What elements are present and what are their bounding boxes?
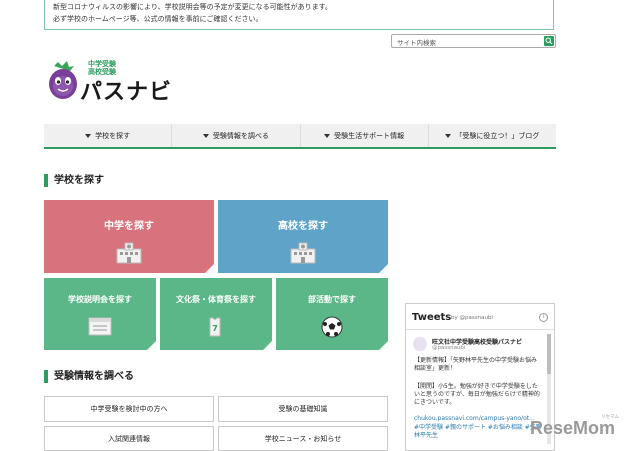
tile-find-club[interactable]: 部活動で探す	[276, 278, 388, 350]
tweets-title: Tweets	[412, 312, 452, 323]
covid-notice: 新型コロナウィルスの影響により、学校説明会等の予定が変更になる可能性があります。…	[44, 0, 554, 30]
site-search[interactable]: サイト内検索	[391, 34, 556, 48]
tile-corner-fold	[147, 341, 156, 350]
triangle-down-icon	[324, 133, 331, 138]
tile-label: 学校説明会を探す	[68, 295, 132, 304]
search-input[interactable]: サイト内検索	[397, 37, 436, 47]
notice-line-1: 新型コロナウィルスの影響により、学校説明会等の予定が変更になる可能性があります。	[53, 3, 332, 11]
nav-label: 受験生活サポート情報	[334, 131, 405, 140]
school-building-icon	[290, 240, 316, 268]
tile-corner-fold	[263, 341, 272, 350]
jersey-icon: 7	[204, 316, 226, 342]
tile-label: 高校を探す	[278, 221, 328, 232]
nav-item-exam-info[interactable]: 受験情報を調べる	[172, 124, 301, 147]
nav-label: 学校を探す	[95, 131, 131, 140]
eggplant-mascot-logo[interactable]	[46, 60, 80, 104]
link-entrance-exam-info[interactable]: 入試関連情報	[44, 426, 214, 451]
tile-label: 中学を探す	[104, 221, 154, 232]
nav-label: 「受験に役立つ！」ブログ	[455, 131, 540, 140]
tweets-by[interactable]: by @passnaubi	[451, 315, 493, 321]
soccer-ball-icon	[321, 316, 343, 342]
tile-label: 部活動で探す	[308, 295, 356, 304]
notice-line-2: 必ず学校のホームページ等、公式の情報を事前にご確認ください。	[53, 15, 263, 23]
link-exam-basics[interactable]: 受験の基礎知識	[218, 396, 388, 422]
triangle-down-icon	[85, 133, 92, 138]
svg-text:7: 7	[212, 324, 218, 333]
tile-corner-fold	[379, 264, 388, 273]
tile-find-school-briefing[interactable]: 学校説明会を探す	[44, 278, 156, 350]
tweet-text-2: 【開閉】小5生。勉強が好きで中学受験をしたいと思うのですが、毎日が勉強だらけで精…	[414, 383, 540, 406]
tile-find-junior-high[interactable]: 中学を探す	[44, 200, 214, 273]
nav-item-support[interactable]: 受験生活サポート情報	[301, 124, 429, 147]
tweets-divider	[406, 329, 554, 330]
triangle-down-icon	[445, 133, 452, 138]
search-icon[interactable]	[544, 36, 554, 46]
tile-label: 文化祭・体育祭を探す	[176, 295, 256, 304]
global-nav: 学校を探す 受験情報を調べる 受験生活サポート情報 「受験に役立つ！」ブログ	[44, 124, 556, 149]
tweet-hashtags[interactable]: #中学受験 #親のサポート #お悩み相談 #矢野林平先生	[414, 424, 542, 440]
tweet-account-handle[interactable]: @passnaubi	[432, 345, 465, 351]
nav-label: 受験情報を調べる	[212, 131, 269, 140]
tile-find-festival[interactable]: 文化祭・体育祭を探す 7	[160, 278, 272, 350]
tweet-text-1: 【更新情報】「矢野林平先生の中学受験お悩み相談室」更新！	[414, 357, 538, 372]
avatar[interactable]	[413, 337, 427, 351]
tile-corner-fold	[205, 264, 214, 273]
info-icon[interactable]: i	[539, 313, 548, 322]
nav-item-find-school[interactable]: 学校を探す	[44, 124, 173, 147]
calendar-icon	[88, 316, 112, 340]
link-considering-junior-exam[interactable]: 中学受験を検討中の方へ	[44, 396, 214, 422]
nav-item-blog[interactable]: 「受験に役立つ！」ブログ	[429, 124, 556, 147]
triangle-down-icon	[202, 133, 209, 138]
scrollbar-thumb[interactable]	[547, 334, 551, 374]
tweet-link[interactable]: chukou.passnavi.com/campus-yano/ot...	[414, 415, 542, 423]
link-school-news[interactable]: 学校ニュース・お知らせ	[218, 426, 388, 451]
section-heading-exam-info: 受験情報を調べる	[44, 370, 134, 383]
school-building-icon	[116, 240, 142, 268]
section-heading-find-school: 学校を探す	[44, 174, 104, 187]
logo-sub-1: 中学受験	[88, 60, 116, 68]
resemom-watermark: ReseMom	[530, 418, 616, 438]
tile-corner-fold	[379, 341, 388, 350]
logo-title[interactable]: パスナビ	[80, 74, 172, 106]
tile-find-high-school[interactable]: 高校を探す	[218, 200, 388, 273]
